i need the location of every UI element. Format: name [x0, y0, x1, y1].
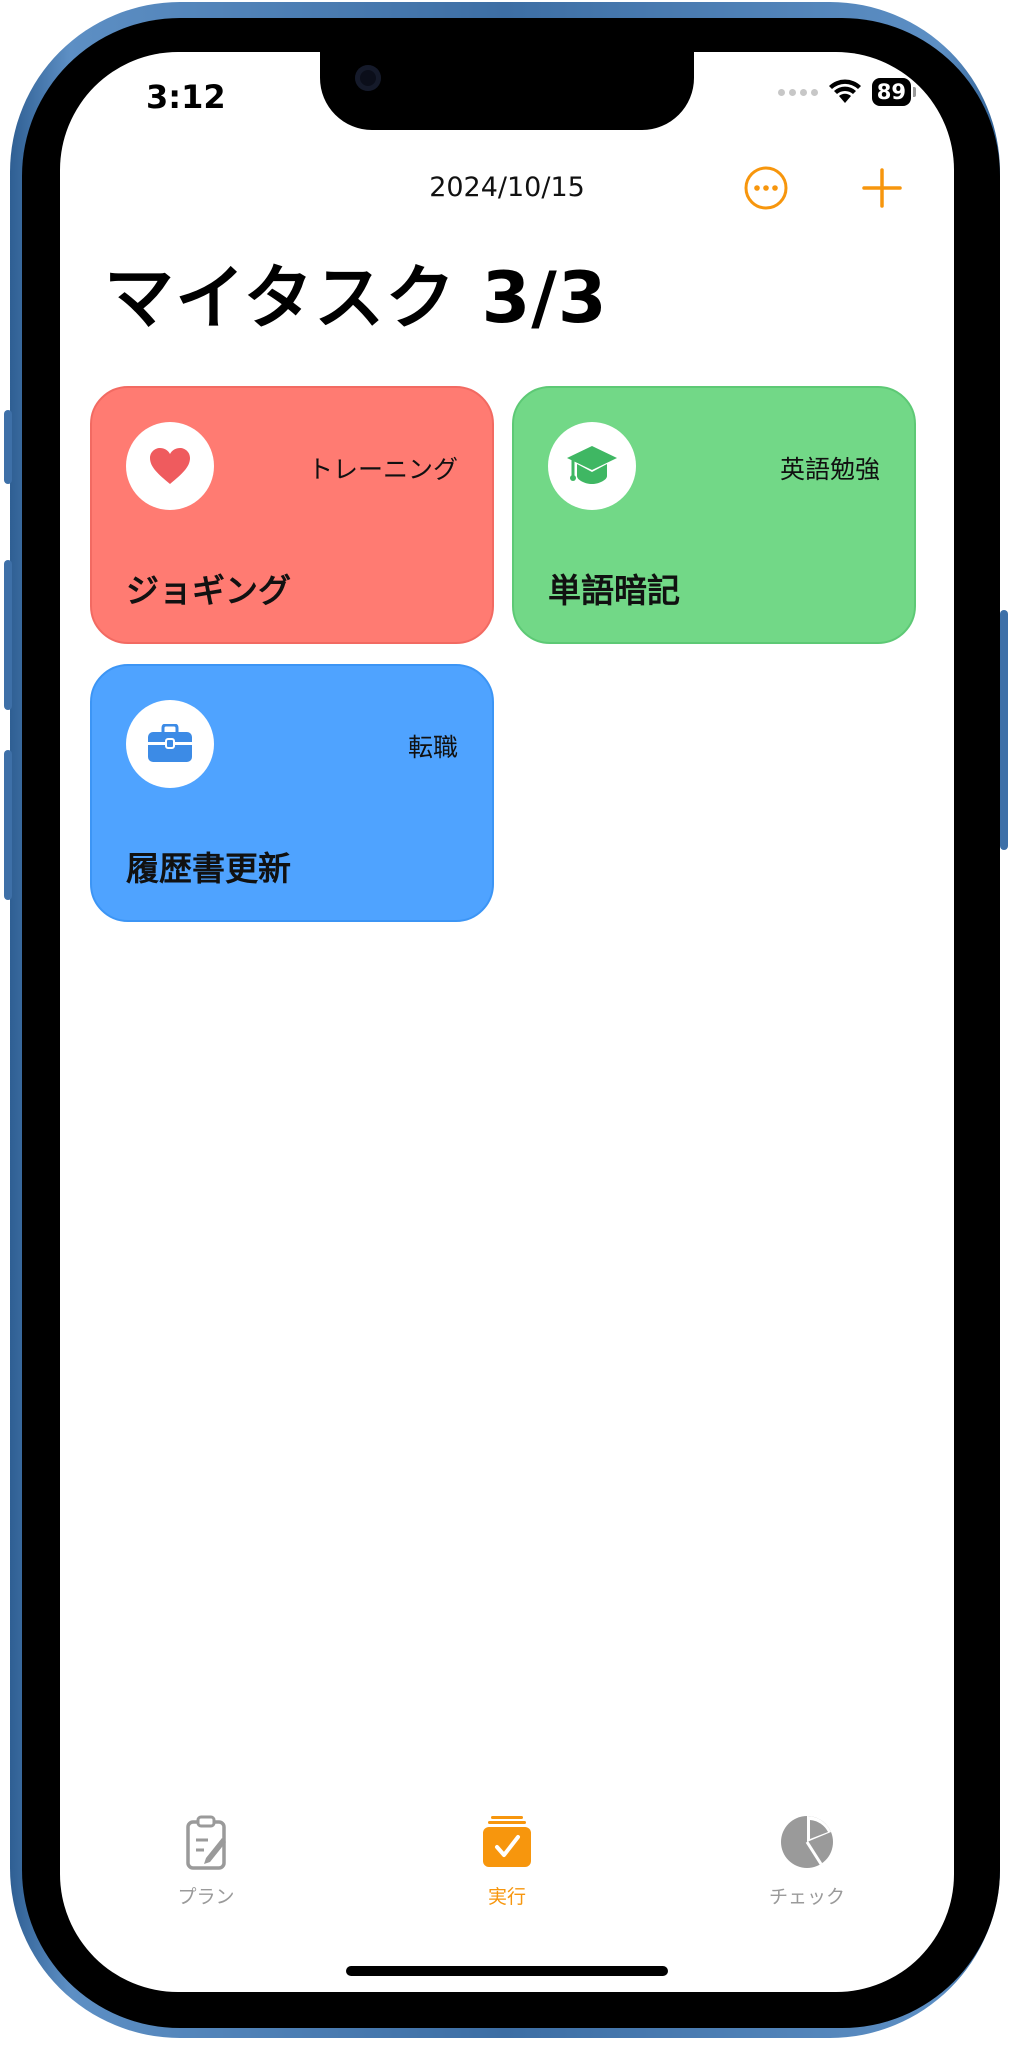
task-category: 英語勉強 — [779, 455, 880, 484]
add-task-button[interactable] — [860, 166, 904, 210]
task-card-vocabulary[interactable]: 英語勉強 単語暗記 — [512, 386, 916, 644]
volume-down-button — [4, 750, 12, 900]
task-category: トレーニング — [307, 455, 458, 484]
tab-label: プラン — [177, 1886, 235, 1908]
task-category: 転職 — [407, 733, 458, 762]
power-button — [1000, 610, 1008, 850]
ellipsis-circle-icon — [744, 166, 788, 210]
status-time: 3:12 — [146, 78, 226, 116]
task-name: ジョギング — [126, 571, 291, 610]
tab-label: チェック — [768, 1886, 845, 1908]
camera-icon — [355, 65, 381, 91]
cellular-signal-icon — [777, 88, 818, 96]
heart-icon — [150, 448, 190, 484]
tab-execute[interactable]: 実行 — [427, 1812, 587, 1909]
current-date: 2024/10/15 — [429, 172, 585, 203]
briefcase-icon — [148, 724, 192, 762]
battery-icon: 89 — [871, 78, 916, 106]
task-icon-container — [126, 422, 214, 510]
task-name: 履歴書更新 — [126, 849, 291, 888]
task-icon-container — [548, 422, 636, 510]
tab-bar: プラン 実行 チェック — [60, 1812, 954, 1932]
battery-level: 89 — [871, 78, 911, 106]
status-indicators: 89 — [777, 78, 916, 106]
pie-chart-icon — [781, 1816, 833, 1868]
action-button — [4, 410, 12, 484]
checklist-stack-icon — [483, 1816, 531, 1867]
graduation-cap-icon — [567, 446, 617, 484]
phone-screen: 3:12 89 2024/10/15 マイタスク 3/3 トレーニング ジョギン… — [60, 52, 954, 1992]
wifi-icon — [828, 79, 861, 103]
notch — [320, 52, 694, 130]
tab-check[interactable]: チェック — [727, 1812, 887, 1909]
tab-plan[interactable]: プラン — [126, 1812, 286, 1909]
page-title: マイタスク 3/3 — [104, 257, 608, 339]
home-indicator[interactable] — [346, 1966, 668, 1976]
task-card-resume[interactable]: 転職 履歴書更新 — [90, 664, 494, 922]
plus-icon — [862, 168, 902, 208]
more-options-button[interactable] — [744, 166, 788, 210]
task-card-jogging[interactable]: トレーニング ジョギング — [90, 386, 494, 644]
volume-up-button — [4, 560, 12, 710]
task-name: 単語暗記 — [548, 571, 680, 610]
clipboard-edit-icon — [186, 1815, 226, 1870]
task-icon-container — [126, 700, 214, 788]
tab-label: 実行 — [487, 1886, 526, 1908]
